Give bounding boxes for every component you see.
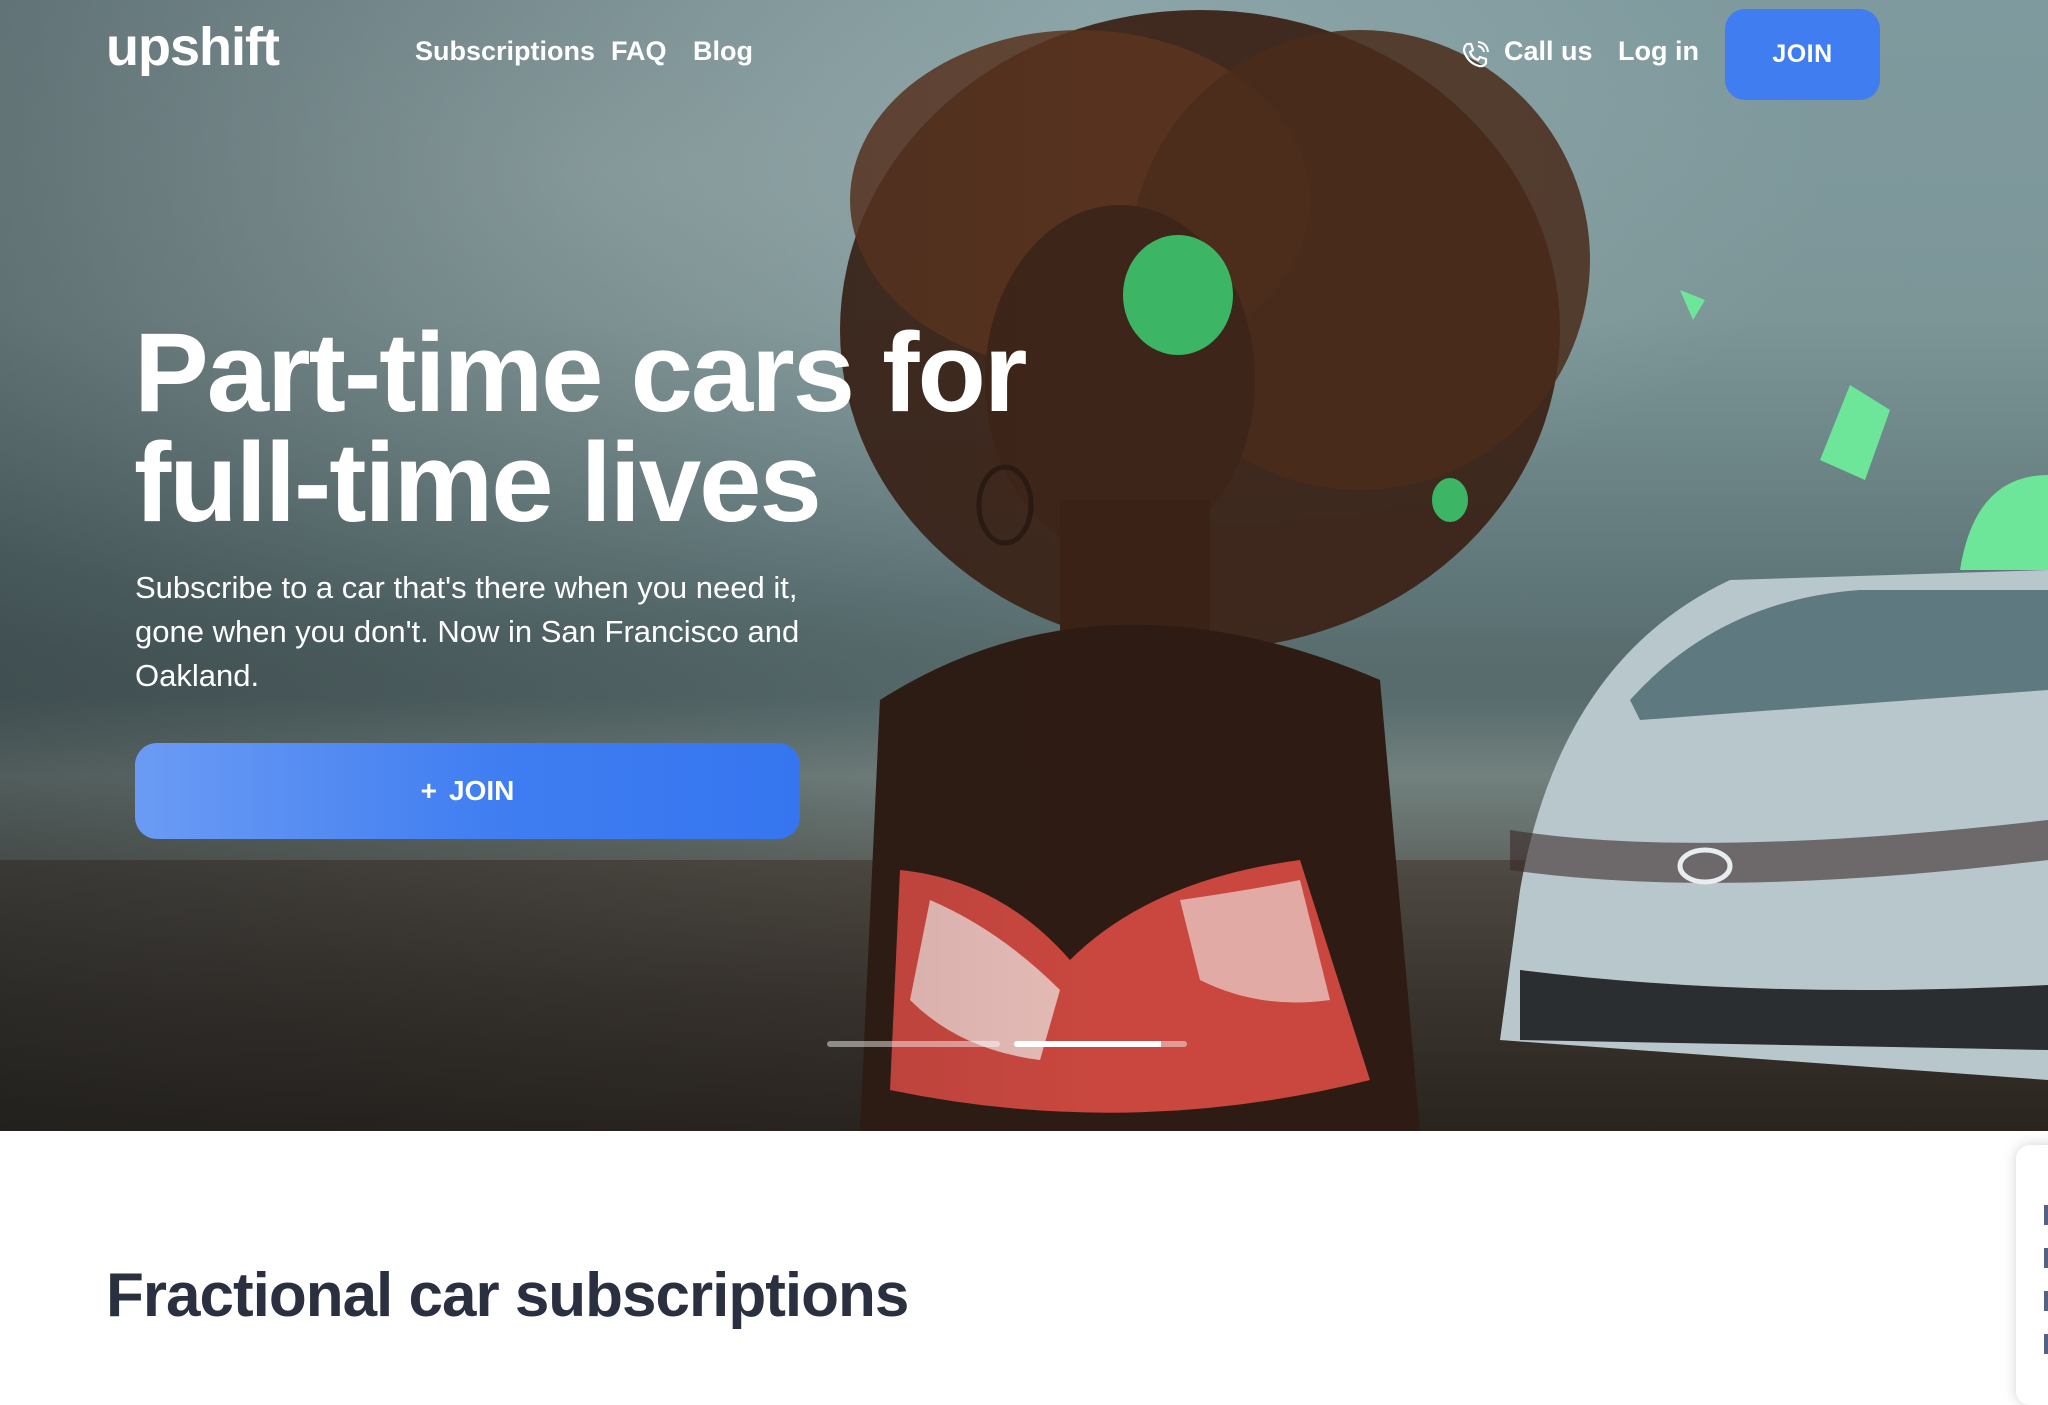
- nav-blog[interactable]: Blog: [693, 36, 753, 67]
- join-button-hero[interactable]: + JOIN: [135, 743, 800, 839]
- login-link[interactable]: Log in: [1618, 36, 1699, 67]
- hero-subcopy: Subscribe to a car that's there when you…: [135, 570, 800, 693]
- carousel-dot-1[interactable]: [827, 1041, 1000, 1047]
- join-button-hero-label: JOIN: [449, 775, 515, 806]
- hero-headline: Part-time cars for full-time lives: [134, 317, 1134, 539]
- carousel-dot-2[interactable]: [1014, 1041, 1187, 1047]
- section-title: Fractional car subscriptions: [106, 1261, 909, 1330]
- plus-icon: +: [420, 775, 437, 806]
- side-widget-card[interactable]: [2016, 1145, 2048, 1405]
- call-us-link[interactable]: Call us: [1504, 36, 1593, 67]
- nav-faq[interactable]: FAQ: [611, 36, 667, 67]
- nav-subscriptions[interactable]: Subscriptions: [415, 36, 595, 67]
- hero-headline-line1: Part-time cars for: [134, 310, 1027, 435]
- hero-section: upshift Subscriptions FAQ Blog Call us L…: [0, 0, 2048, 1131]
- phone-icon: [1462, 41, 1489, 68]
- hero-headline-line2: full-time lives: [134, 420, 822, 545]
- join-button-header[interactable]: JOIN: [1725, 9, 1880, 100]
- upshift-logo[interactable]: upshift: [106, 16, 280, 78]
